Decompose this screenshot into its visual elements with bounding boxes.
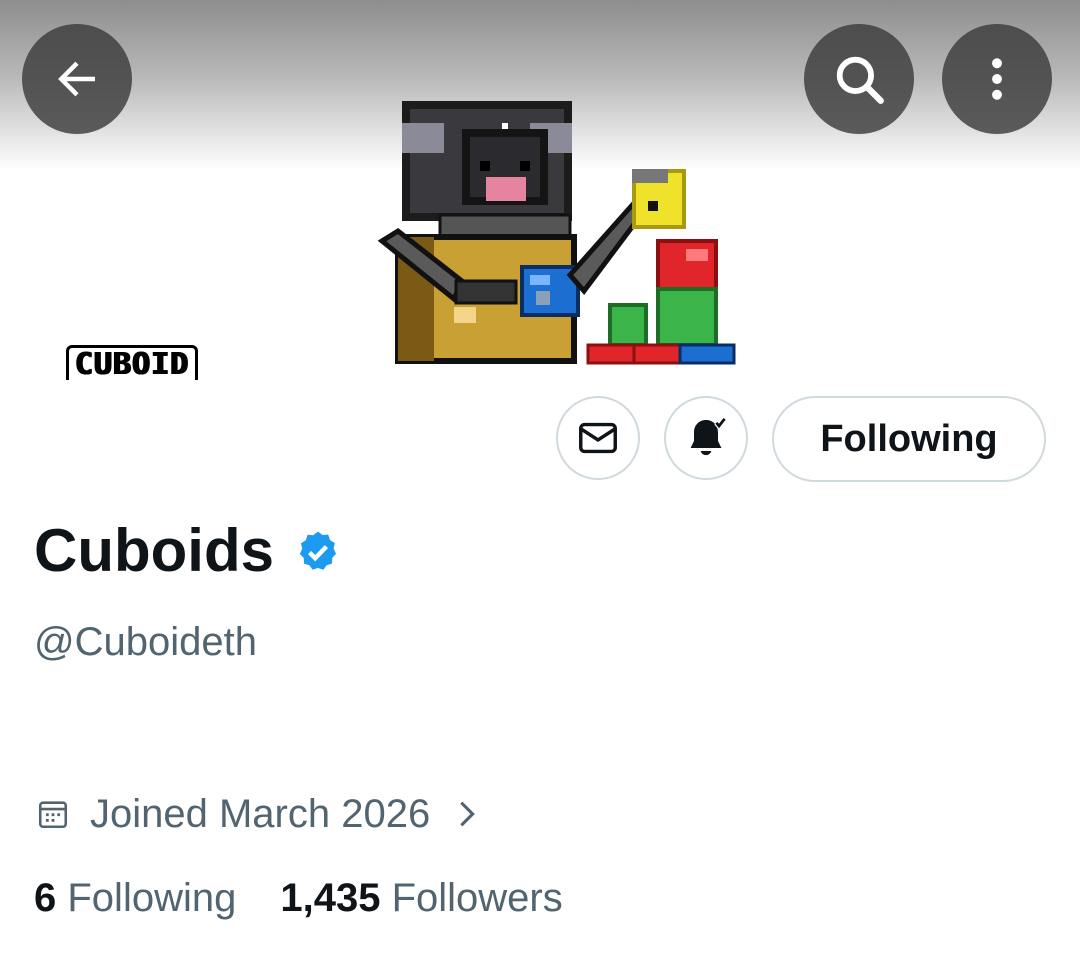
followers-count-link[interactable]: 1,435 Followers	[280, 874, 562, 922]
mail-icon	[575, 415, 621, 461]
display-name: Cuboids	[34, 517, 274, 584]
following-label: Following	[67, 876, 237, 920]
following-count-link[interactable]: 6 Following	[34, 874, 236, 922]
more-vertical-icon	[970, 52, 1024, 106]
followers-label: Followers	[391, 876, 563, 920]
more-options-button[interactable]	[942, 24, 1052, 134]
chevron-right-icon	[454, 797, 480, 831]
bell-check-icon	[682, 414, 730, 462]
joined-date-row[interactable]: Joined March 2026	[36, 790, 480, 838]
profile-banner[interactable]: CUBOID	[0, 0, 1080, 380]
verified-badge-icon[interactable]	[294, 528, 342, 581]
search-icon	[830, 50, 888, 108]
follow-stats: 6 Following 1,435 Followers	[34, 874, 563, 922]
back-button[interactable]	[22, 24, 132, 134]
search-button[interactable]	[804, 24, 914, 134]
following-count: 6	[34, 876, 57, 920]
following-button[interactable]: Following	[772, 396, 1046, 482]
notifications-button[interactable]	[664, 396, 748, 480]
joined-date-text: Joined March 2026	[90, 791, 431, 836]
cuboid-logo: CUBOID	[66, 345, 199, 380]
profile-handle: @Cuboideth	[34, 620, 257, 664]
message-button[interactable]	[556, 396, 640, 480]
calendar-icon	[36, 797, 70, 831]
arrow-left-icon	[50, 52, 104, 106]
cuboid-character-illustration	[377, 101, 736, 365]
followers-count: 1,435	[280, 876, 381, 920]
